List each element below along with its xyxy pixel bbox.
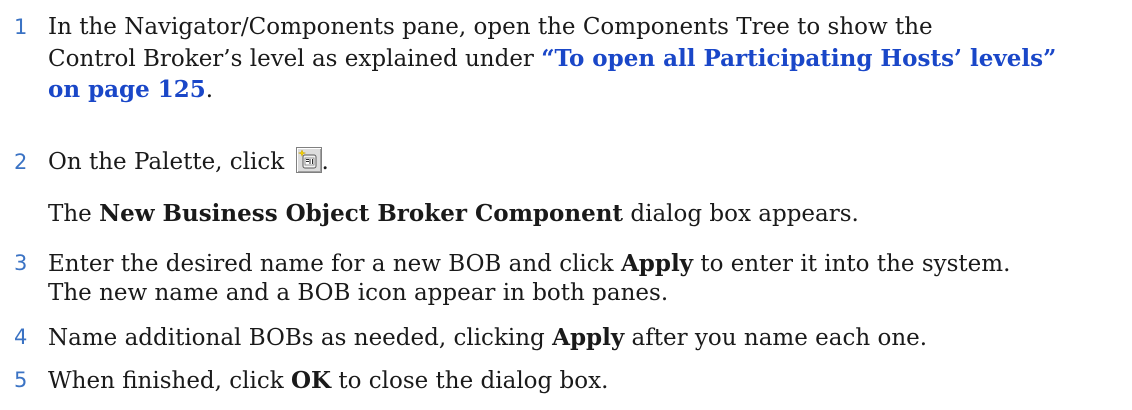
step-text: Enter the desired name for a new BOB and… [48,251,621,277]
new-bob-component-icon [295,147,322,173]
step-text: When finished, click [48,368,291,394]
step-text-line: When finished, click OK to close the dia… [48,365,608,397]
step-number: 2 [14,150,28,174]
procedure-page: 1 In the Navigator/Components pane, open… [0,0,1132,410]
apply-button-label: Apply [552,324,625,351]
step-text: to close the dialog box. [331,368,609,394]
cross-reference-link[interactable]: “To open all Participating Hosts’ levels… [541,45,1056,72]
step-text: to enter it into the system. [693,251,1011,277]
step-text-line: Name additional BOBs as needed, clicking… [48,322,927,354]
step-text-line: Enter the desired name for a new BOB and… [48,248,1010,280]
step-text-line: On the Palette, click . [48,147,329,178]
step-text-line: on page 125. [48,74,213,106]
step-text-line: The new name and a BOB icon appear in bo… [48,280,669,306]
note-text: The [48,201,100,227]
apply-button-label: Apply [620,250,694,277]
step-number: 1 [14,15,28,39]
step-text: On the Palette, click [48,149,292,175]
ok-button-label: OK [291,367,332,394]
step-number: 3 [14,251,28,275]
step-text: . [205,77,214,103]
step-text: . [321,149,329,175]
dialog-appears-note: The New Business Object Broker Component… [48,198,859,230]
step-text-line: Control Broker’s level as explained unde… [48,43,1056,75]
step-text: after you name each one. [624,325,928,351]
step-number: 5 [14,368,28,392]
step-number: 4 [14,325,28,349]
step-text: Control Broker’s level as explained unde… [48,46,542,72]
dialog-name: New Business Object Broker Component [99,200,624,227]
page-reference-link[interactable]: on page 125 [48,76,206,103]
step-text: Name additional BOBs as needed, clicking [48,325,553,351]
note-text: dialog box appears. [623,201,859,227]
step-text-line: In the Navigator/Components pane, open t… [48,14,933,40]
